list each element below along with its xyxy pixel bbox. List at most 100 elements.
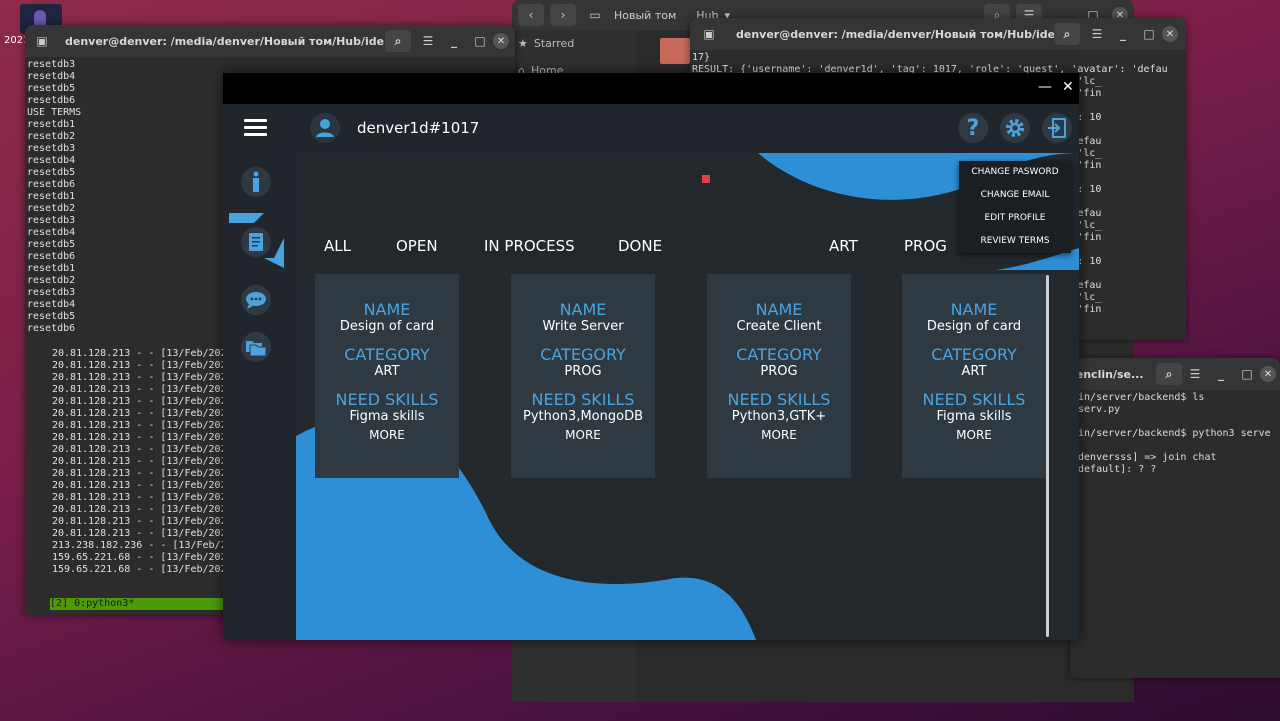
card-more-link[interactable]: MORE bbox=[315, 427, 459, 443]
minimize-icon[interactable]: _ bbox=[1208, 363, 1234, 385]
card-name-value: Design of card bbox=[926, 319, 1022, 334]
log-line: 20.81.128.213 - - [13/Feb/202 bbox=[52, 396, 227, 407]
card-skills-value: Python3,GTK+ bbox=[731, 409, 827, 424]
path-segment[interactable]: Новый том bbox=[614, 9, 676, 22]
back-icon[interactable]: ‹ bbox=[518, 4, 544, 26]
log-line: 20.81.128.213 - - [13/Feb/202 bbox=[52, 480, 227, 491]
card-category-heading: CATEGORY bbox=[344, 345, 430, 364]
card-name-heading: NAME bbox=[559, 300, 607, 319]
terminal-icon: ▣ bbox=[703, 27, 715, 41]
log-line: 213.238.182.236 - - [13/Feb/2 bbox=[52, 540, 227, 551]
gear-icon[interactable] bbox=[1000, 113, 1030, 143]
logout-icon[interactable] bbox=[1042, 113, 1072, 143]
user-icon[interactable] bbox=[310, 113, 340, 143]
card-name-value: Write Server bbox=[542, 319, 624, 334]
task-card[interactable]: NAME Create Client CATEGORY PROG NEED SK… bbox=[707, 274, 851, 478]
folders-icon[interactable] bbox=[241, 332, 271, 362]
hamburger-icon[interactable] bbox=[244, 119, 267, 140]
terminal-line: resetdb3 bbox=[27, 59, 76, 70]
search-icon[interactable]: ⌕ bbox=[1156, 363, 1182, 385]
terminal-line: [default]: ? ? bbox=[1072, 464, 1157, 475]
terminal-line: lin/server/backend$ ls bbox=[1072, 392, 1205, 403]
tab-open[interactable]: OPEN bbox=[396, 237, 438, 255]
terminal-titlebar: ▣ denver@denver: /media/denver/Новый том… bbox=[690, 18, 1186, 50]
tab-in-process[interactable]: IN PROCESS bbox=[484, 237, 575, 255]
card-name-heading: NAME bbox=[950, 300, 998, 319]
review-terms-item[interactable]: REVIEW TERMS bbox=[959, 230, 1071, 253]
log-line: 20.81.128.213 - - [13/Feb/202 bbox=[52, 420, 227, 431]
close-button[interactable]: ✕ bbox=[1062, 79, 1074, 95]
terminal-log: 20.81.128.213 - - [13/Feb/202 20.81.128.2… bbox=[50, 346, 229, 578]
sidebar-item-starred[interactable]: ★ Starred bbox=[512, 30, 636, 57]
card-category-heading: CATEGORY bbox=[736, 345, 822, 364]
card-category-value: PROG bbox=[760, 364, 798, 379]
log-line: 159.65.221.68 - - [13/Feb/202 bbox=[52, 564, 227, 575]
log-line: 159.65.221.68 - - [13/Feb/202 bbox=[52, 552, 227, 563]
log-line: 20.81.128.213 - - [13/Feb/202 bbox=[52, 456, 227, 467]
maximize-icon[interactable]: □ bbox=[1234, 363, 1260, 385]
tmux-status-bar: [2] 0:python3* bbox=[50, 598, 250, 610]
maximize-icon[interactable]: □ bbox=[467, 30, 493, 52]
info-icon[interactable] bbox=[241, 167, 271, 197]
minimize-icon[interactable]: _ bbox=[441, 30, 467, 52]
card-name-value: Design of card bbox=[339, 319, 435, 334]
task-card[interactable]: NAME Write Server CATEGORY PROG NEED SKI… bbox=[511, 274, 655, 478]
window-title: lenclin/se... bbox=[1072, 367, 1144, 381]
card-skills-heading: NEED SKILLS bbox=[531, 390, 635, 409]
terminal-bottom-window: lenclin/se... ⌕ ☰ _ □ ✕ lin/server/backe… bbox=[1070, 358, 1280, 678]
close-icon[interactable]: ✕ bbox=[1260, 366, 1276, 382]
scrollbar[interactable] bbox=[1046, 275, 1049, 637]
status-indicator bbox=[702, 175, 710, 183]
card-skills-value: Python3,MongoDB bbox=[522, 409, 643, 424]
tab-art[interactable]: ART bbox=[829, 237, 858, 255]
card-skills-value: Figma skills bbox=[349, 409, 425, 424]
card-name-heading: NAME bbox=[755, 300, 803, 319]
card-category-heading: CATEGORY bbox=[931, 345, 1017, 364]
log-line: 20.81.128.213 - - [13/Feb/202 bbox=[52, 444, 227, 455]
menu-icon[interactable]: ☰ bbox=[1084, 23, 1110, 45]
card-more-link[interactable]: MORE bbox=[511, 427, 655, 443]
username-label: denver1d#1017 bbox=[357, 119, 480, 137]
folder-thumbnail[interactable] bbox=[660, 38, 690, 64]
card-category-value: ART bbox=[961, 364, 987, 379]
tab-prog[interactable]: PROG bbox=[904, 237, 947, 255]
terminal-icon: ▣ bbox=[36, 34, 48, 48]
help-icon[interactable]: ? bbox=[958, 113, 988, 143]
card-category-heading: CATEGORY bbox=[540, 345, 626, 364]
settings-dropdown: CHANGE PASWORD CHANGE EMAIL EDIT PROFILE… bbox=[959, 161, 1071, 253]
log-line: 20.81.128.213 - - [13/Feb/202 bbox=[52, 504, 227, 515]
menu-icon[interactable]: ☰ bbox=[1182, 363, 1208, 385]
edit-profile-item[interactable]: EDIT PROFILE bbox=[959, 207, 1071, 230]
close-icon[interactable]: ✕ bbox=[1162, 26, 1178, 42]
task-card[interactable]: NAME Design of card CATEGORY ART NEED SK… bbox=[315, 274, 459, 478]
document-icon[interactable] bbox=[241, 227, 271, 257]
tab-all[interactable]: ALL bbox=[324, 237, 351, 255]
tab-done[interactable]: DONE bbox=[618, 237, 662, 255]
forward-icon[interactable]: › bbox=[550, 4, 576, 26]
search-icon[interactable]: ⌕ bbox=[1054, 23, 1080, 45]
chat-icon[interactable] bbox=[241, 285, 271, 315]
card-more-link[interactable]: MORE bbox=[707, 427, 851, 443]
card-skills-heading: NEED SKILLS bbox=[922, 390, 1026, 409]
log-line: 20.81.128.213 - - [13/Feb/202 bbox=[52, 372, 227, 383]
search-icon[interactable]: ⌕ bbox=[385, 30, 411, 52]
card-skills-value: Figma skills bbox=[936, 409, 1012, 424]
card-skills-heading: NEED SKILLS bbox=[335, 390, 439, 409]
card-more-link[interactable]: MORE bbox=[902, 427, 1046, 443]
app-header: denver1d#1017 ? bbox=[223, 104, 1079, 153]
minimize-icon[interactable]: _ bbox=[1110, 23, 1136, 45]
log-line: 20.81.128.213 - - [13/Feb/202 bbox=[52, 360, 227, 371]
minimize-button[interactable]: — bbox=[1038, 79, 1052, 95]
change-email-item[interactable]: CHANGE EMAIL bbox=[959, 184, 1071, 207]
close-icon[interactable]: ✕ bbox=[493, 33, 509, 49]
app-window: — ✕ denver1d#1017 ? ALL OPEN IN PROCESS … bbox=[223, 73, 1079, 640]
change-password-item[interactable]: CHANGE PASWORD bbox=[959, 161, 1071, 184]
app-sidebar bbox=[223, 153, 296, 640]
task-card[interactable]: NAME Design of card CATEGORY ART NEED SK… bbox=[902, 274, 1046, 478]
terminal-output: lin/server/backend$ ls _serv.py lin/serve… bbox=[1070, 390, 1280, 478]
menu-icon[interactable]: ☰ bbox=[415, 30, 441, 52]
maximize-icon[interactable]: □ bbox=[1136, 23, 1162, 45]
log-line: 20.81.128.213 - - [13/Feb/202 bbox=[52, 468, 227, 479]
window-title: denver@denver: /media/denver/Новый том/H… bbox=[65, 34, 385, 48]
